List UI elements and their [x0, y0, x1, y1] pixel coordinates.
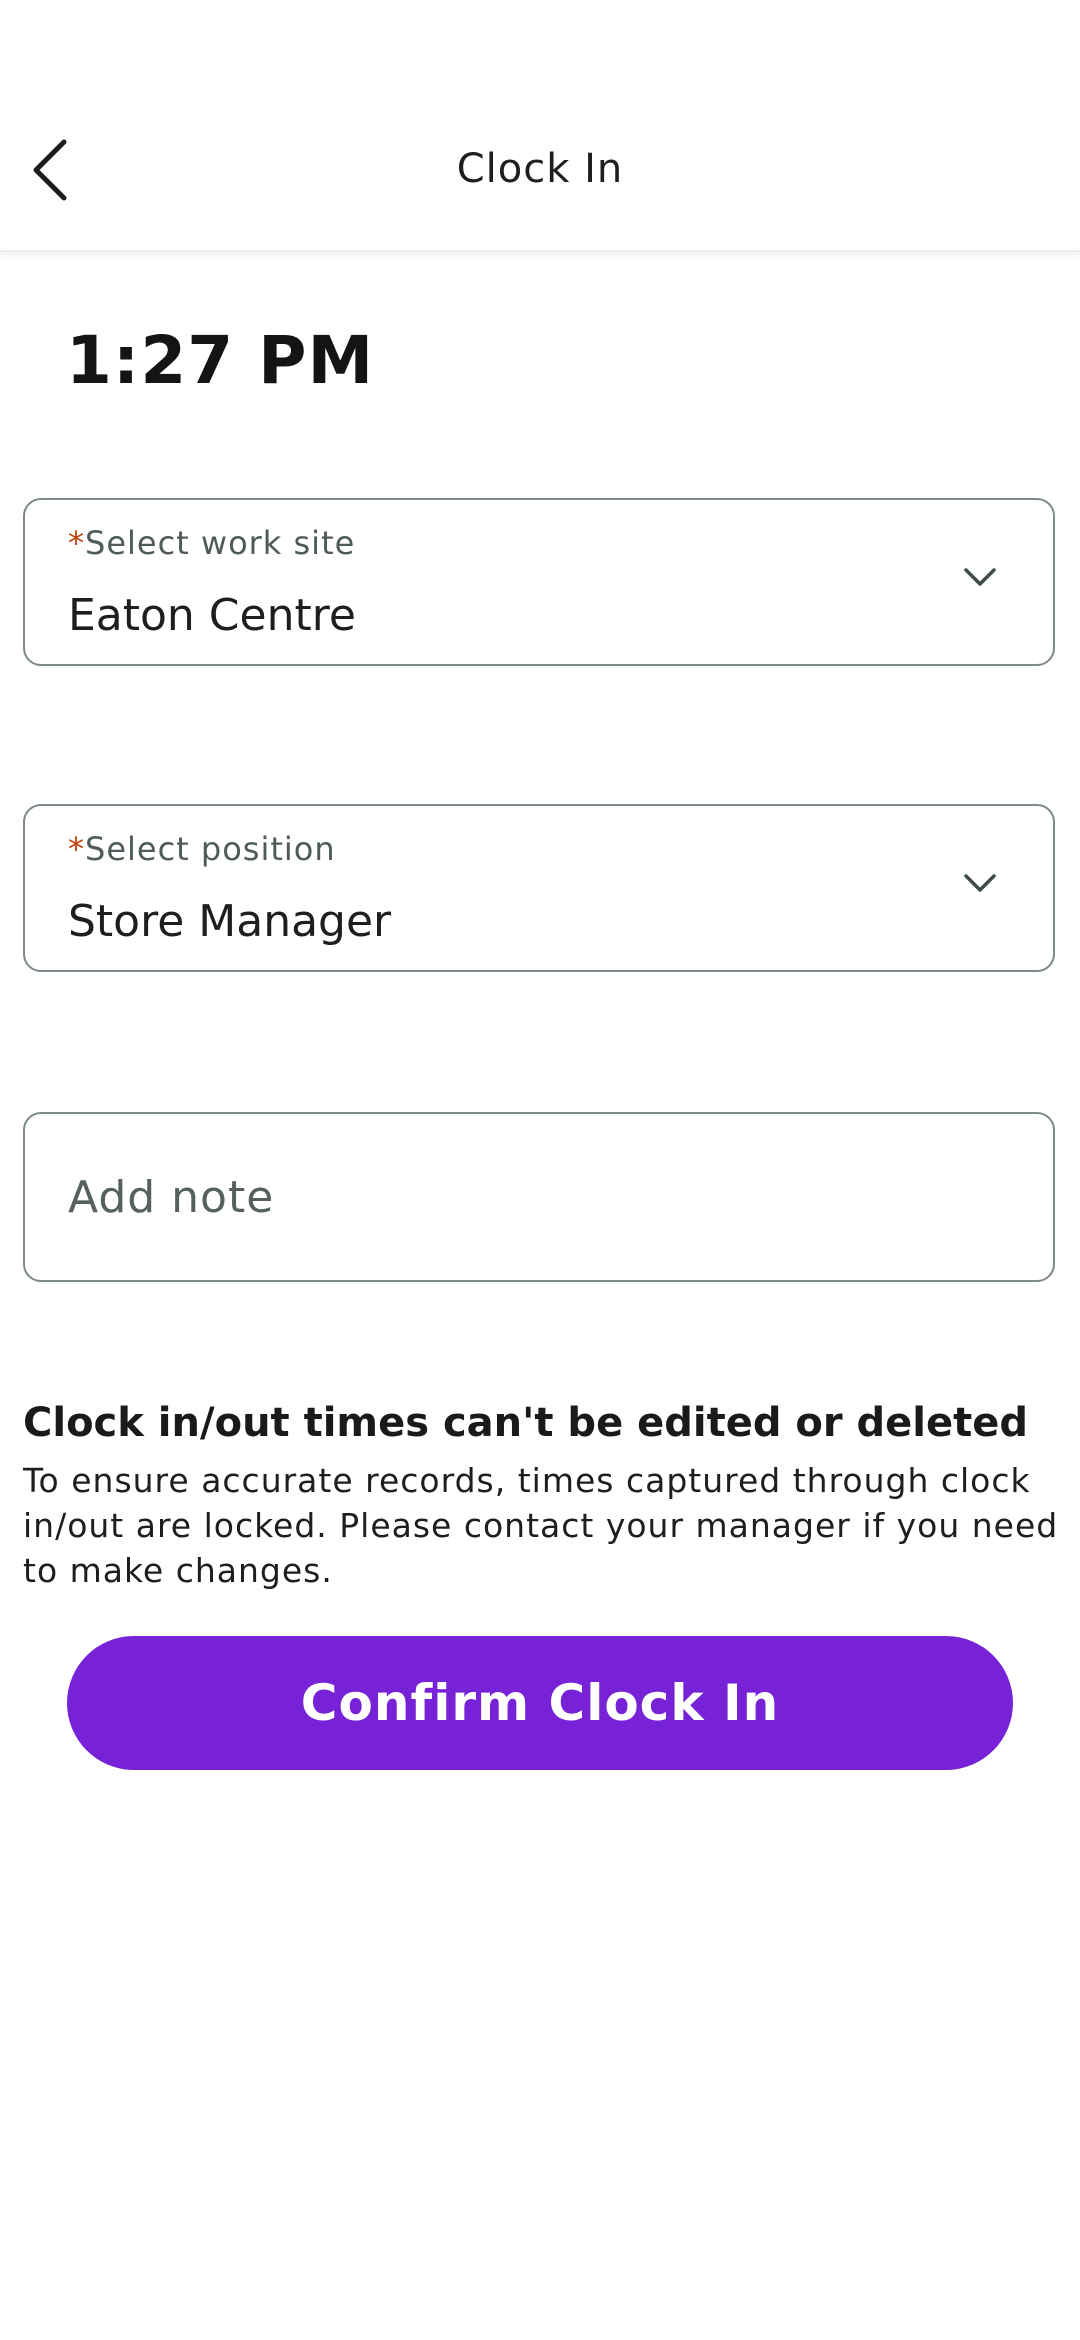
- work-site-label-text: Select work site: [85, 524, 356, 562]
- required-marker: *: [68, 524, 85, 562]
- notice-title: Clock in/out times can't be edited or de…: [23, 1400, 1029, 1446]
- chevron-down-icon: [963, 566, 997, 592]
- required-marker: *: [68, 830, 85, 868]
- chevron-down-icon: [963, 872, 997, 898]
- position-value: Store Manager: [68, 896, 392, 947]
- confirm-clock-in-button[interactable]: Confirm Clock In: [67, 1636, 1013, 1770]
- notice-body: To ensure accurate records, times captur…: [23, 1461, 1059, 1590]
- position-label: *Select position: [68, 830, 336, 868]
- page-title: Clock In: [456, 146, 624, 192]
- work-site-label: *Select work site: [68, 524, 355, 562]
- work-site-select[interactable]: *Select work site Eaton Centre: [23, 498, 1055, 666]
- app-header: Clock In: [0, 0, 1080, 252]
- current-time: 1:27 PM: [66, 322, 375, 399]
- position-select[interactable]: *Select position Store Manager: [23, 804, 1055, 972]
- position-label-text: Select position: [85, 830, 336, 868]
- work-site-value: Eaton Centre: [68, 590, 356, 641]
- add-note-input[interactable]: [23, 1112, 1055, 1282]
